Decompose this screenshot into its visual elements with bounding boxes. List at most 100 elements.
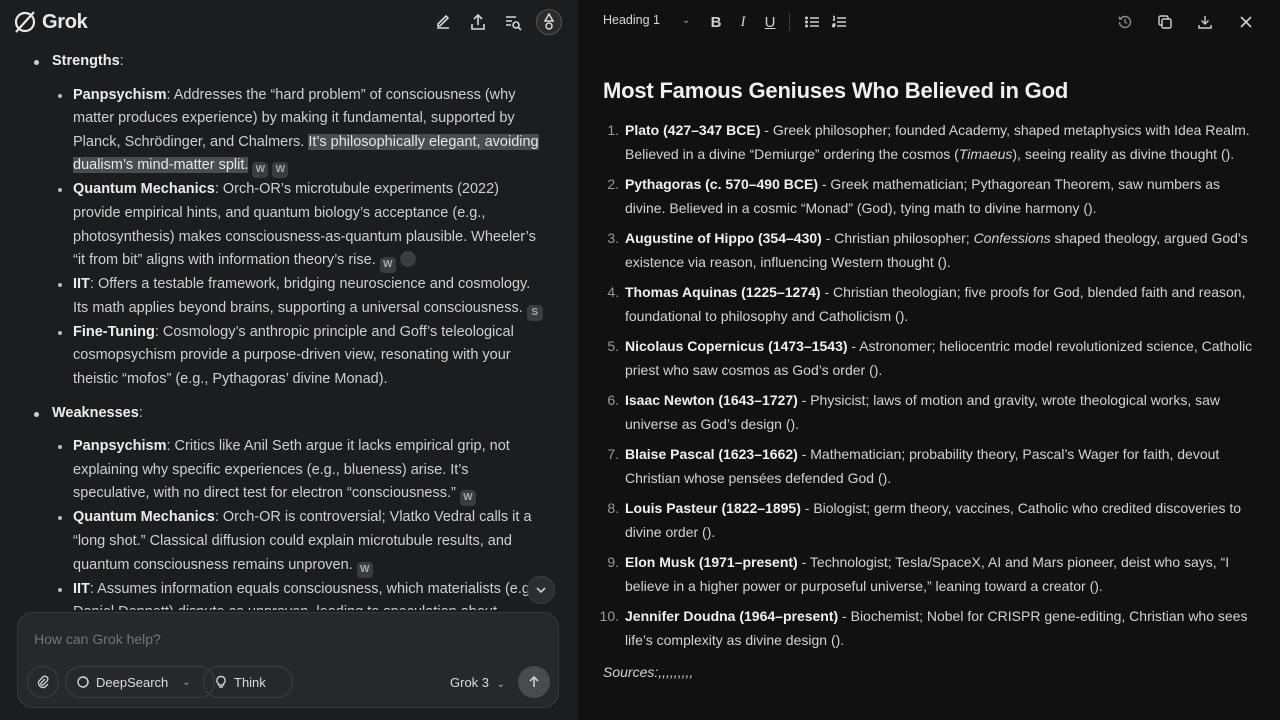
list-item: Panpsychism: Critics like Anil Seth argu…: [0, 435, 578, 507]
citation-icon[interactable]: W: [272, 162, 289, 179]
deepsearch-button[interactable]: DeepSearch ⌄: [65, 666, 215, 698]
list-number: 2.: [607, 176, 619, 192]
model-selector[interactable]: Grok 3 ⌄: [450, 675, 505, 690]
history-search-icon[interactable]: [502, 11, 524, 33]
item-title: Panpsychism: [73, 438, 167, 455]
list-number: 3.: [607, 230, 619, 246]
grok-logo[interactable]: Grok: [12, 9, 88, 35]
list-number: 6.: [607, 392, 619, 408]
bullet-icon: [34, 60, 39, 65]
section-heading: Weaknesses: [52, 404, 139, 421]
list-item: 2. Pythagoras (c. 570–490 BCE) - Greek ma…: [603, 172, 1253, 220]
item-title: Fine-Tuning: [73, 323, 155, 340]
list-item: 5. Nicolaus Copernicus (1473–1543) - Astr…: [603, 334, 1253, 382]
new-chat-icon[interactable]: [432, 11, 454, 33]
entry-name: Louis Pasteur (1822–1895): [625, 500, 801, 516]
numbered-list-icon[interactable]: [829, 12, 849, 32]
attach-button[interactable]: [27, 666, 59, 698]
list-item: 9. Elon Musk (1971–present) - Technologis…: [603, 550, 1253, 598]
section-strengths: Strengths:: [0, 50, 578, 74]
list-item: Quantum Mechanics: Orch-OR is controvers…: [0, 506, 578, 578]
close-icon[interactable]: [1236, 12, 1256, 32]
entry-name: Isaac Newton (1643–1727): [625, 392, 798, 408]
list-number: 4.: [607, 284, 619, 300]
section-weaknesses: Weaknesses:: [0, 402, 578, 426]
avatar[interactable]: [536, 9, 562, 35]
entry-name: Blaise Pascal (1623–1662): [625, 446, 798, 462]
app-window: Grok Strengths: Panpsychism: Addresses t…: [0, 0, 1280, 720]
bullet-icon: [58, 93, 62, 98]
grok-logo-icon: [14, 11, 36, 33]
list-item: 4. Thomas Aquinas (1225–1274) - Christian…: [603, 280, 1253, 328]
list-item: 8. Louis Pasteur (1822–1895) - Biologist;…: [603, 496, 1253, 544]
composer: DeepSearch ⌄ Think Grok 3 ⌄: [17, 612, 559, 708]
citation-icon[interactable]: W: [356, 561, 373, 578]
list-item: Fine-Tuning: Cosmology’s anthropic princ…: [0, 321, 578, 392]
bullet-icon: [58, 587, 62, 592]
entry-name: Pythagoras (c. 570–490 BCE): [625, 176, 818, 192]
list-item: 7. Blaise Pascal (1623–1662) - Mathematic…: [603, 442, 1253, 490]
item-text: : Assumes information equals consciousne…: [73, 580, 539, 611]
think-button[interactable]: Think: [203, 666, 293, 698]
underline-icon[interactable]: U: [760, 12, 780, 32]
item-title: IIT: [73, 580, 90, 597]
document-body[interactable]: Most Famous Geniuses Who Believed in God…: [600, 78, 1253, 680]
citation-icon[interactable]: S: [526, 304, 543, 321]
bulleted-list-icon[interactable]: [802, 12, 822, 32]
entry-text: - Christian philosopher;: [821, 230, 974, 246]
entry-name: Nicolaus Copernicus (1473–1543): [625, 338, 848, 354]
chat-messages[interactable]: Strengths: Panpsychism: Addresses the “h…: [0, 44, 578, 610]
copy-icon[interactable]: [1155, 12, 1175, 32]
item-text: : Offers a testable framework, bridging …: [73, 276, 531, 316]
prompt-input[interactable]: [34, 631, 534, 647]
entry-emphasis: Confessions: [973, 230, 1051, 246]
entry-text-tail: ), seeing reality as divine thought ().: [1012, 146, 1235, 162]
genius-list: 1. Plato (427–347 BCE) - Greek philosophe…: [600, 118, 1253, 652]
italic-icon[interactable]: I: [733, 12, 753, 32]
chat-topbar: Grok: [0, 0, 578, 44]
chevron-down-icon: ⌄: [682, 14, 691, 26]
bullet-icon: [34, 411, 39, 417]
bullet-icon: [58, 283, 62, 288]
editor-toolbar: Heading 1 ⌄ B I U: [578, 0, 1280, 44]
list-number: 5.: [607, 338, 619, 354]
citation-icon[interactable]: W: [252, 162, 269, 179]
list-number: 7.: [607, 446, 619, 462]
share-icon[interactable]: [467, 11, 489, 33]
citation-avatar-icon[interactable]: [399, 251, 416, 268]
history-icon[interactable]: [1115, 12, 1135, 32]
chat-pane: Grok Strengths: Panpsychism: Addresses t…: [0, 0, 578, 720]
text-style-select[interactable]: Heading 1 ⌄: [603, 13, 690, 27]
list-number: 8.: [607, 500, 619, 516]
list-number: 1.: [607, 122, 619, 138]
item-title: IIT: [73, 276, 90, 293]
think-label: Think: [234, 674, 266, 690]
list-item: 10. Jennifer Doudna (1964–present) - Bioc…: [600, 604, 1253, 652]
bullet-icon: [58, 516, 62, 521]
document-title: Most Famous Geniuses Who Believed in God: [603, 78, 1069, 103]
scroll-down-button[interactable]: [527, 576, 555, 604]
deepsearch-icon: [77, 676, 89, 688]
citation-icon[interactable]: W: [459, 490, 476, 507]
list-number: 9.: [607, 554, 619, 570]
list-item: IIT: Assumes information equals consciou…: [0, 578, 578, 611]
section-heading: Strengths: [52, 53, 120, 69]
send-button[interactable]: [518, 666, 550, 698]
entry-emphasis: Timaeus: [958, 146, 1013, 162]
model-label: Grok 3: [450, 675, 490, 690]
bullet-icon: [58, 445, 62, 450]
app-title: Grok: [42, 10, 88, 33]
download-icon[interactable]: [1195, 12, 1215, 32]
lightbulb-icon: [216, 675, 226, 688]
chevron-down-icon[interactable]: ⌄: [182, 677, 190, 688]
list-item: IIT: Offers a testable framework, bridgi…: [0, 273, 578, 321]
citation-icon[interactable]: W: [379, 257, 396, 274]
list-item: 6. Isaac Newton (1643–1727) - Physicist; …: [603, 388, 1253, 436]
list-item: Quantum Mechanics: Orch-OR’s microtubule…: [0, 178, 578, 274]
item-title: Quantum Mechanics: [73, 509, 215, 526]
paperclip-icon: [37, 675, 49, 689]
list-number: 10.: [599, 608, 619, 624]
document-pane: Heading 1 ⌄ B I U Most Famous Geniuses W…: [578, 0, 1280, 720]
bold-icon[interactable]: B: [706, 12, 726, 32]
arrow-up-icon: [529, 675, 539, 687]
